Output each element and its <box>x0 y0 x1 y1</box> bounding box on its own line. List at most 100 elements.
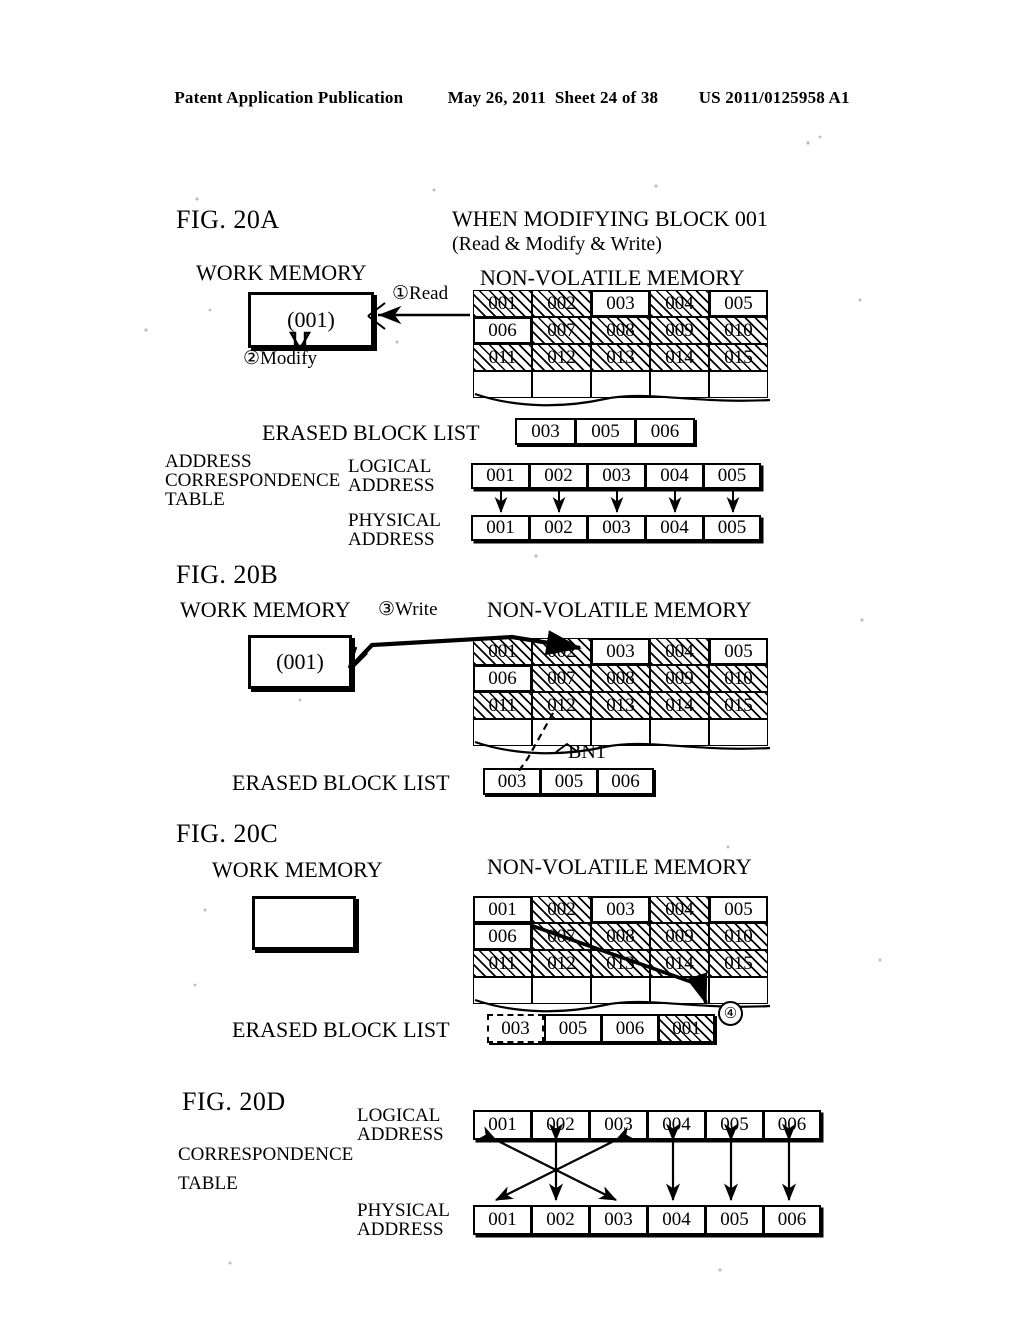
nvm-block-cell[interactable]: 012 <box>532 344 591 371</box>
address-cell[interactable]: 001 <box>473 1110 531 1140</box>
nvm-block-cell[interactable]: 006 <box>473 317 532 344</box>
address-cell[interactable]: 005 <box>705 1205 763 1235</box>
nvm-block-cell[interactable]: 015 <box>709 692 768 719</box>
address-value: 004 <box>662 1209 691 1230</box>
nvm-block-cell[interactable]: 008 <box>591 923 650 950</box>
nvm-block-number: 004 <box>665 898 694 920</box>
nvm-block-cell[interactable]: 004 <box>650 896 709 923</box>
address-cell[interactable]: 006 <box>763 1205 821 1235</box>
nvm-block-cell[interactable]: 010 <box>709 665 768 692</box>
erased-block-number: 003 <box>531 420 560 442</box>
address-cell[interactable]: 003 <box>587 515 645 541</box>
erased-block-list-cell[interactable]: 003 <box>483 768 540 795</box>
erased-block-list-cell[interactable]: 006 <box>635 418 695 445</box>
nvm-block-cell[interactable]: 013 <box>591 692 650 719</box>
nvm-block-cell[interactable]: 002 <box>532 638 591 665</box>
address-cell[interactable]: 002 <box>531 1205 589 1235</box>
address-cell[interactable]: 004 <box>645 463 703 489</box>
erased-block-list-cell[interactable]: 005 <box>540 768 597 795</box>
address-cell[interactable]: 005 <box>703 463 761 489</box>
address-cell[interactable]: 003 <box>587 463 645 489</box>
fig-20b-work-memory-label: WORK MEMORY <box>180 597 351 622</box>
nvm-block-cell[interactable]: 003 <box>591 290 650 317</box>
fig-20b-nvm-grid: 001 002 003 004 005 006 007 008 009 010 011 012 013 0… <box>473 638 771 755</box>
fig-20a-caption-line1: WHEN MODIFYING BLOCK 001 <box>452 206 768 231</box>
address-cell[interactable]: 002 <box>529 463 587 489</box>
nvm-block-cell[interactable]: 009 <box>650 923 709 950</box>
address-value: 005 <box>717 517 747 538</box>
erased-block-list-cell[interactable]: 003 <box>487 1014 544 1043</box>
nvm-block-cell[interactable]: 015 <box>709 950 768 977</box>
address-cell[interactable]: 003 <box>589 1205 647 1235</box>
nvm-block-cell[interactable]: 004 <box>650 638 709 665</box>
nvm-block-cell[interactable]: 014 <box>650 344 709 371</box>
erased-block-list-cell[interactable]: 005 <box>544 1014 601 1043</box>
nvm-block-cell[interactable]: 001 <box>473 896 532 923</box>
erased-block-list-cell[interactable]: 003 <box>515 418 575 445</box>
nvm-block-cell[interactable]: 006 <box>473 665 532 692</box>
address-cell[interactable]: 005 <box>705 1110 763 1140</box>
erased-block-number: 003 <box>497 770 527 792</box>
nvm-block-cell[interactable]: 001 <box>473 638 532 665</box>
erased-block-list-cell[interactable]: 006 <box>601 1014 658 1043</box>
fig-20a-logical-label-line2: ADDRESS <box>348 475 435 496</box>
address-cell[interactable]: 002 <box>531 1110 589 1140</box>
nvm-block-cell[interactable]: 013 <box>591 950 650 977</box>
nvm-block-cell[interactable]: 005 <box>709 638 768 665</box>
fig-20c-work-memory-box[interactable] <box>252 896 356 950</box>
fig-20a-step-read-label: ①Read <box>392 283 449 304</box>
address-cell[interactable]: 003 <box>589 1110 647 1140</box>
fig-20a-erased-list-label: ERASED BLOCK LIST <box>262 420 480 445</box>
nvm-block-cell[interactable]: 013 <box>591 344 650 371</box>
nvm-block-cell[interactable]: 005 <box>709 896 768 923</box>
nvm-block-number: 012 <box>547 952 576 974</box>
erased-block-number: 005 <box>591 420 620 442</box>
address-cell[interactable]: 001 <box>473 1205 531 1235</box>
nvm-block-cell[interactable]: 012 <box>532 692 591 719</box>
nvm-block-cell[interactable]: 007 <box>532 923 591 950</box>
fig-20b-work-memory-box[interactable]: (001) <box>248 635 352 689</box>
erased-block-list-cell[interactable]: 005 <box>575 418 635 445</box>
nvm-block-cell[interactable]: 002 <box>532 896 591 923</box>
address-cell[interactable]: 001 <box>471 515 529 541</box>
fig-20a-work-memory-box[interactable]: (001) <box>248 292 374 348</box>
nvm-block-cell[interactable]: 015 <box>709 344 768 371</box>
nvm-block-cell[interactable]: 007 <box>532 665 591 692</box>
address-cell[interactable]: 005 <box>703 515 761 541</box>
nvm-block-cell[interactable]: 008 <box>591 665 650 692</box>
nvm-block-cell[interactable]: 009 <box>650 665 709 692</box>
address-cell[interactable]: 001 <box>471 463 529 489</box>
nvm-block-cell[interactable]: 009 <box>650 317 709 344</box>
erased-block-list-cell[interactable]: 006 <box>597 768 654 795</box>
nvm-block-cell[interactable]: 008 <box>591 317 650 344</box>
nvm-block-cell[interactable]: 007 <box>532 317 591 344</box>
nvm-block-cell[interactable]: 011 <box>473 950 532 977</box>
address-cell[interactable]: 004 <box>647 1205 705 1235</box>
nvm-block-number: 008 <box>606 319 635 341</box>
nvm-block-cell[interactable]: 003 <box>591 638 650 665</box>
fig-20d-physical-address-row: 001 002 003 004 005 006 <box>473 1205 821 1235</box>
nvm-block-cell[interactable]: 006 <box>473 923 532 950</box>
nvm-block-cell[interactable]: 001 <box>473 290 532 317</box>
nvm-block-cell[interactable]: 012 <box>532 950 591 977</box>
fig-20d-physical-label-line2: ADDRESS <box>357 1219 444 1240</box>
erased-block-list-cell[interactable]: 001 <box>658 1014 715 1043</box>
address-cell[interactable]: 004 <box>647 1110 705 1140</box>
address-cell[interactable]: 006 <box>763 1110 821 1140</box>
nvm-block-cell[interactable]: 014 <box>650 692 709 719</box>
nvm-block-number: 002 <box>547 640 576 662</box>
nvm-block-cell[interactable]: 002 <box>532 290 591 317</box>
nvm-block-number: 001 <box>488 898 517 920</box>
nvm-block-cell[interactable]: 010 <box>709 317 768 344</box>
nvm-block-cell[interactable]: 003 <box>591 896 650 923</box>
nvm-block-cell[interactable]: 005 <box>709 290 768 317</box>
address-cell[interactable]: 002 <box>529 515 587 541</box>
nvm-block-cell[interactable]: 011 <box>473 344 532 371</box>
erased-block-number: 005 <box>558 1017 588 1039</box>
nvm-block-cell[interactable]: 011 <box>473 692 532 719</box>
nvm-block-cell[interactable]: 010 <box>709 923 768 950</box>
nvm-block-cell[interactable]: 014 <box>650 950 709 977</box>
nvm-block-number: 012 <box>547 346 576 368</box>
address-cell[interactable]: 004 <box>645 515 703 541</box>
nvm-block-cell[interactable]: 004 <box>650 290 709 317</box>
